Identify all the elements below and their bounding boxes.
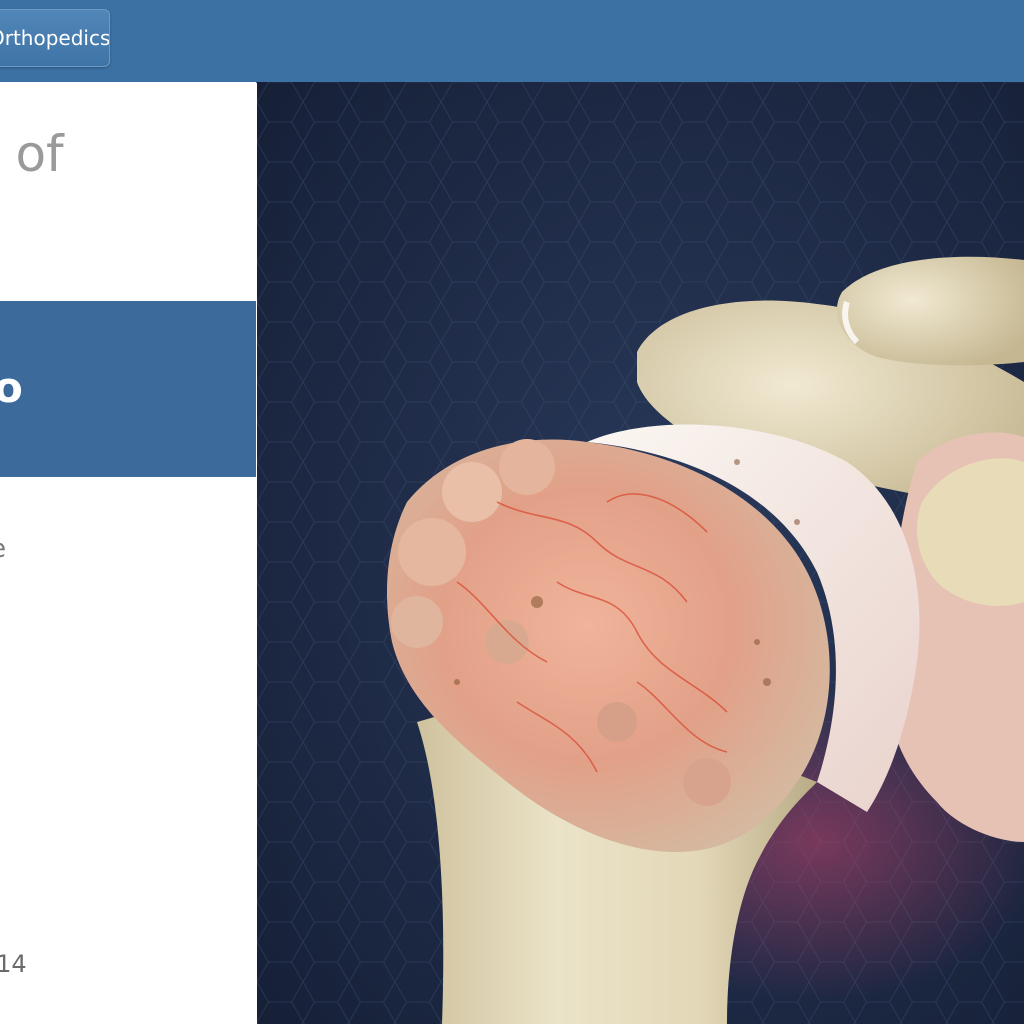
play-video-panel[interactable]: o (0, 301, 256, 477)
category-button[interactable]: Orthopedics (0, 9, 110, 67)
article-date: /14 (0, 950, 27, 978)
shoulder-illustration (257, 82, 1024, 1024)
article-title: tis of er (0, 120, 256, 256)
top-navigation-bar: Orthopedics (0, 0, 1024, 83)
article-title-line-1: tis of (0, 125, 64, 183)
shoulder-joint-arthritis-icon (257, 82, 1024, 1024)
article-meta-text: re (0, 534, 6, 564)
article-sidebar: tis of er o re /14 (0, 82, 256, 1024)
play-video-label: o (0, 363, 23, 412)
